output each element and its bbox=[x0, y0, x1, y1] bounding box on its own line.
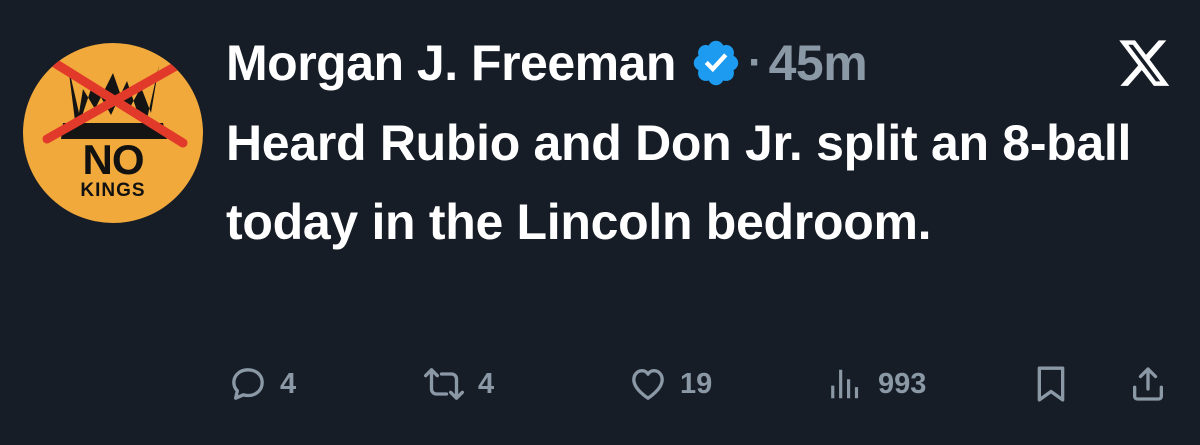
repost-button[interactable]: 4 bbox=[422, 354, 494, 414]
timestamp[interactable]: 45m bbox=[769, 34, 868, 92]
avatar-text-no: NO bbox=[82, 136, 145, 183]
repost-icon bbox=[422, 364, 466, 404]
tweet-card[interactable]: NO KINGS Morgan J. Freeman · 45m Heard R… bbox=[0, 0, 1200, 445]
verified-badge-icon[interactable] bbox=[690, 37, 742, 89]
x-logo-icon bbox=[1117, 37, 1172, 87]
tweet-text: Heard Rubio and Don Jr. split an 8-ball … bbox=[226, 115, 1132, 250]
bookmark-button[interactable] bbox=[1031, 354, 1071, 414]
reply-count: 4 bbox=[280, 367, 297, 400]
like-count: 19 bbox=[680, 367, 713, 400]
repost-count: 4 bbox=[478, 367, 495, 400]
display-name[interactable]: Morgan J. Freeman bbox=[226, 34, 676, 92]
like-button[interactable]: 19 bbox=[628, 354, 712, 414]
avatar[interactable]: NO KINGS bbox=[23, 43, 203, 223]
share-button[interactable] bbox=[1128, 354, 1168, 414]
views-icon bbox=[828, 364, 866, 404]
like-icon bbox=[628, 364, 668, 404]
avatar-text-kings: KINGS bbox=[80, 180, 146, 201]
reply-icon bbox=[228, 364, 268, 404]
tweet-header: Morgan J. Freeman · 45m bbox=[226, 30, 868, 96]
action-bar: 4 4 19 993 bbox=[0, 354, 1200, 414]
reply-button[interactable]: 4 bbox=[228, 354, 296, 414]
share-icon bbox=[1128, 363, 1168, 405]
views-count: 993 bbox=[878, 367, 927, 400]
bookmark-icon bbox=[1031, 363, 1071, 405]
time-separator: · bbox=[747, 38, 763, 87]
views-button[interactable]: 993 bbox=[828, 354, 926, 414]
